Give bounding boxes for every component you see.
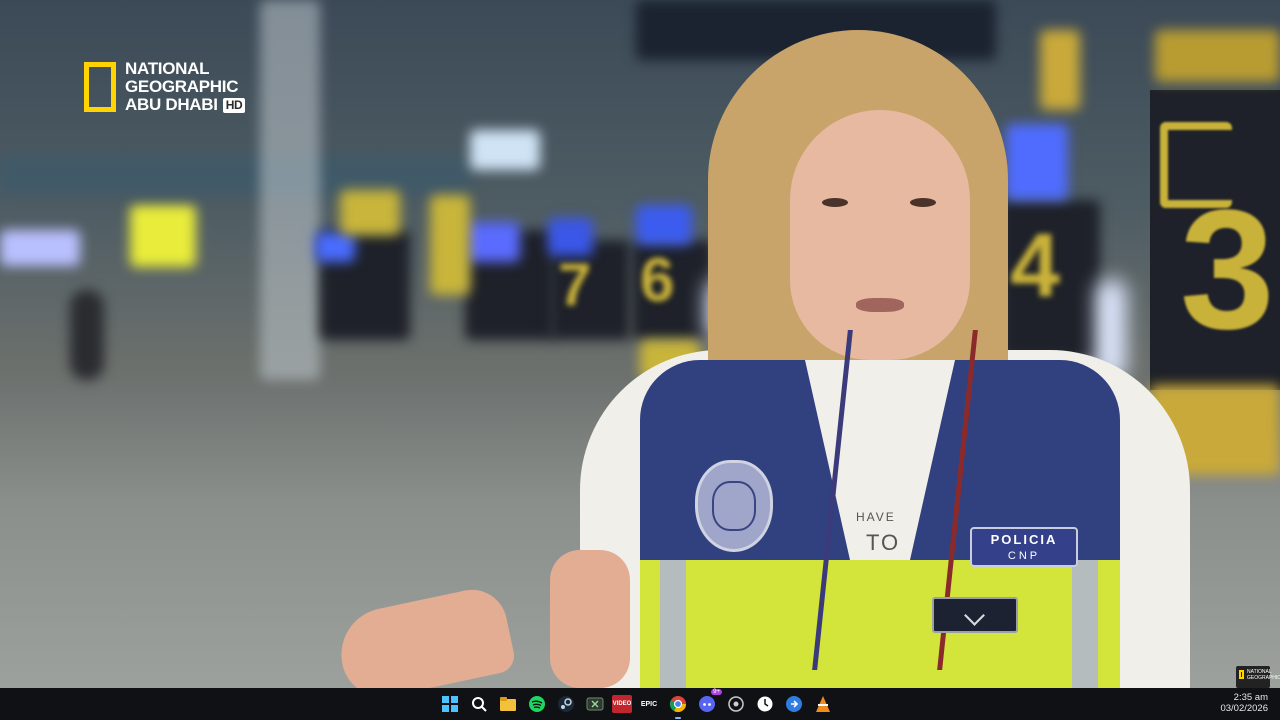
system-clock[interactable]: 2:35 am 03/02/2026 — [1220, 692, 1268, 714]
chrome-icon[interactable] — [666, 692, 690, 719]
taskbar: VIDEO EPIC 9+ 2:35 am 03/02/2026 — [0, 688, 1280, 720]
ceiling-light — [470, 130, 540, 170]
discord-icon[interactable]: 9+ — [695, 689, 722, 716]
overhead-board — [0, 155, 470, 195]
yellow-panel — [430, 195, 470, 295]
arm — [550, 550, 630, 688]
steam-icon[interactable] — [554, 692, 578, 716]
policia-patch: POLICIA CNP — [970, 527, 1078, 567]
notification-badge: 9+ — [711, 689, 722, 695]
channel-logo: NATIONAL GEOGRAPHIC ABU DHABI HD — [84, 60, 246, 120]
blue-light — [0, 230, 80, 266]
clock-time: 2:35 am — [1233, 692, 1268, 703]
vlc-icon[interactable] — [811, 692, 835, 716]
channel-name: NATIONAL GEOGRAPHIC ABU DHABI HD — [125, 60, 246, 114]
interviewee: HAVE TO — [332, 30, 1220, 688]
remote-desktop-icon[interactable] — [782, 692, 806, 716]
taskbar-apps: VIDEO EPIC 9+ — [438, 689, 835, 719]
reflective-stripe — [660, 560, 686, 688]
distant-person — [70, 290, 104, 380]
video-app-icon[interactable]: VIDEO — [612, 695, 632, 713]
left-eye — [822, 198, 848, 207]
yellow-panel — [340, 190, 400, 235]
right-eye — [910, 198, 936, 207]
nat-geo-border-icon — [84, 62, 116, 112]
gate-screen — [315, 232, 355, 262]
search-icon[interactable] — [467, 692, 491, 716]
hd-badge: HD — [222, 98, 246, 113]
pillar — [260, 0, 320, 380]
xbox-icon[interactable] — [583, 692, 607, 716]
rank-insignia — [932, 597, 1018, 633]
clock-date: 03/02/2026 — [1220, 703, 1268, 714]
start-icon[interactable] — [438, 692, 462, 716]
epic-games-icon[interactable]: EPIC — [637, 692, 661, 716]
face — [790, 110, 970, 360]
file-explorer-icon[interactable] — [496, 692, 520, 716]
reflective-stripe — [1072, 560, 1098, 688]
corner-watermark: NATIONAL GEOGRAPHIC — [1236, 666, 1280, 688]
settings-icon[interactable] — [724, 692, 748, 716]
yellow-sign — [130, 205, 196, 267]
gate-screen — [465, 222, 520, 262]
video-frame[interactable]: 7 6 4 3 HAVE TO POLICIA CNP NATIONAL GEO… — [0, 0, 1280, 688]
police-emblem — [695, 460, 773, 552]
clock-app-icon[interactable] — [753, 692, 777, 716]
spotify-icon[interactable] — [525, 692, 549, 716]
mouth — [856, 298, 904, 312]
